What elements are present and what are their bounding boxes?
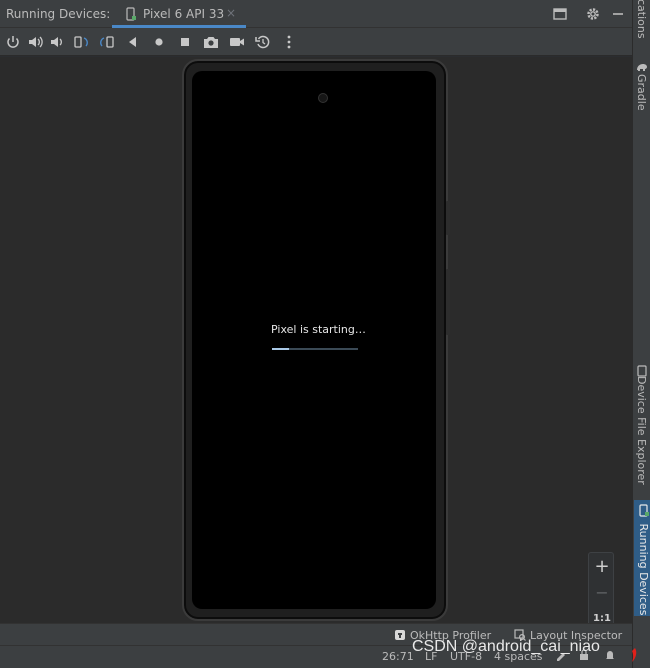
okhttp-profiler-icon (395, 630, 405, 640)
boot-progress-bar (272, 348, 358, 350)
rotate-left-icon[interactable] (71, 32, 91, 52)
phone-device-icon (126, 7, 136, 21)
right-tool-window-strip: cations Gradle Device File Explorer Runn… (632, 0, 650, 668)
device-display-area: + − 1:1 (0, 57, 632, 658)
running-devices-header: Running Devices: Pixel 6 API 33 × (0, 0, 632, 28)
csdn-watermark: CSDN @android_cai_niao (412, 638, 600, 655)
more-icon[interactable] (279, 32, 299, 52)
screen-record-icon[interactable] (227, 32, 247, 52)
tab-label: Pixel 6 API 33 (143, 7, 225, 21)
back-icon[interactable] (123, 32, 143, 52)
boot-progress-fill (272, 348, 290, 350)
running-devices-label: Running Devices (637, 523, 650, 616)
window-layout-icon[interactable] (550, 4, 570, 24)
zoom-in-button[interactable]: + (589, 555, 615, 581)
gradle-elephant-icon (636, 58, 648, 71)
volume-up-icon[interactable] (25, 32, 45, 52)
home-icon[interactable] (149, 32, 169, 52)
gradle-tool-button[interactable]: Gradle (635, 74, 648, 111)
zoom-out-button[interactable]: − (589, 581, 615, 607)
phone-side-button (446, 201, 450, 235)
running-devices-tool-button[interactable]: Running Devices (634, 500, 650, 616)
snapshot-icon[interactable] (253, 32, 273, 52)
notifications-icon[interactable] (604, 649, 616, 664)
phone-frame (182, 59, 450, 621)
volume-down-icon[interactable] (47, 32, 67, 52)
overview-icon[interactable] (175, 32, 195, 52)
panel-title: Running Devices: (6, 7, 111, 21)
tab-pixel-6-api-33[interactable]: Pixel 6 API 33 × (112, 0, 246, 28)
rotate-right-icon[interactable] (97, 32, 117, 52)
close-tab-icon[interactable]: × (226, 6, 236, 20)
boot-status-text: Pixel is starting… (271, 323, 366, 336)
device-file-explorer-tool-button[interactable]: Device File Explorer (635, 376, 648, 485)
front-camera-icon (318, 93, 328, 103)
screenshot-icon[interactable] (201, 32, 221, 52)
caret-position[interactable]: 26:71 (382, 650, 414, 663)
device-file-icon (637, 362, 647, 377)
ime-indicator-icon (626, 647, 640, 666)
running-devices-icon (638, 504, 649, 517)
phone-volume-button (446, 269, 450, 335)
device-toolbar (0, 28, 632, 56)
gear-icon[interactable] (583, 4, 603, 24)
minimize-icon[interactable] (608, 4, 628, 24)
device-screen[interactable] (192, 71, 436, 609)
notifications-tool-button[interactable]: cations (635, 0, 648, 39)
power-icon[interactable] (3, 32, 23, 52)
